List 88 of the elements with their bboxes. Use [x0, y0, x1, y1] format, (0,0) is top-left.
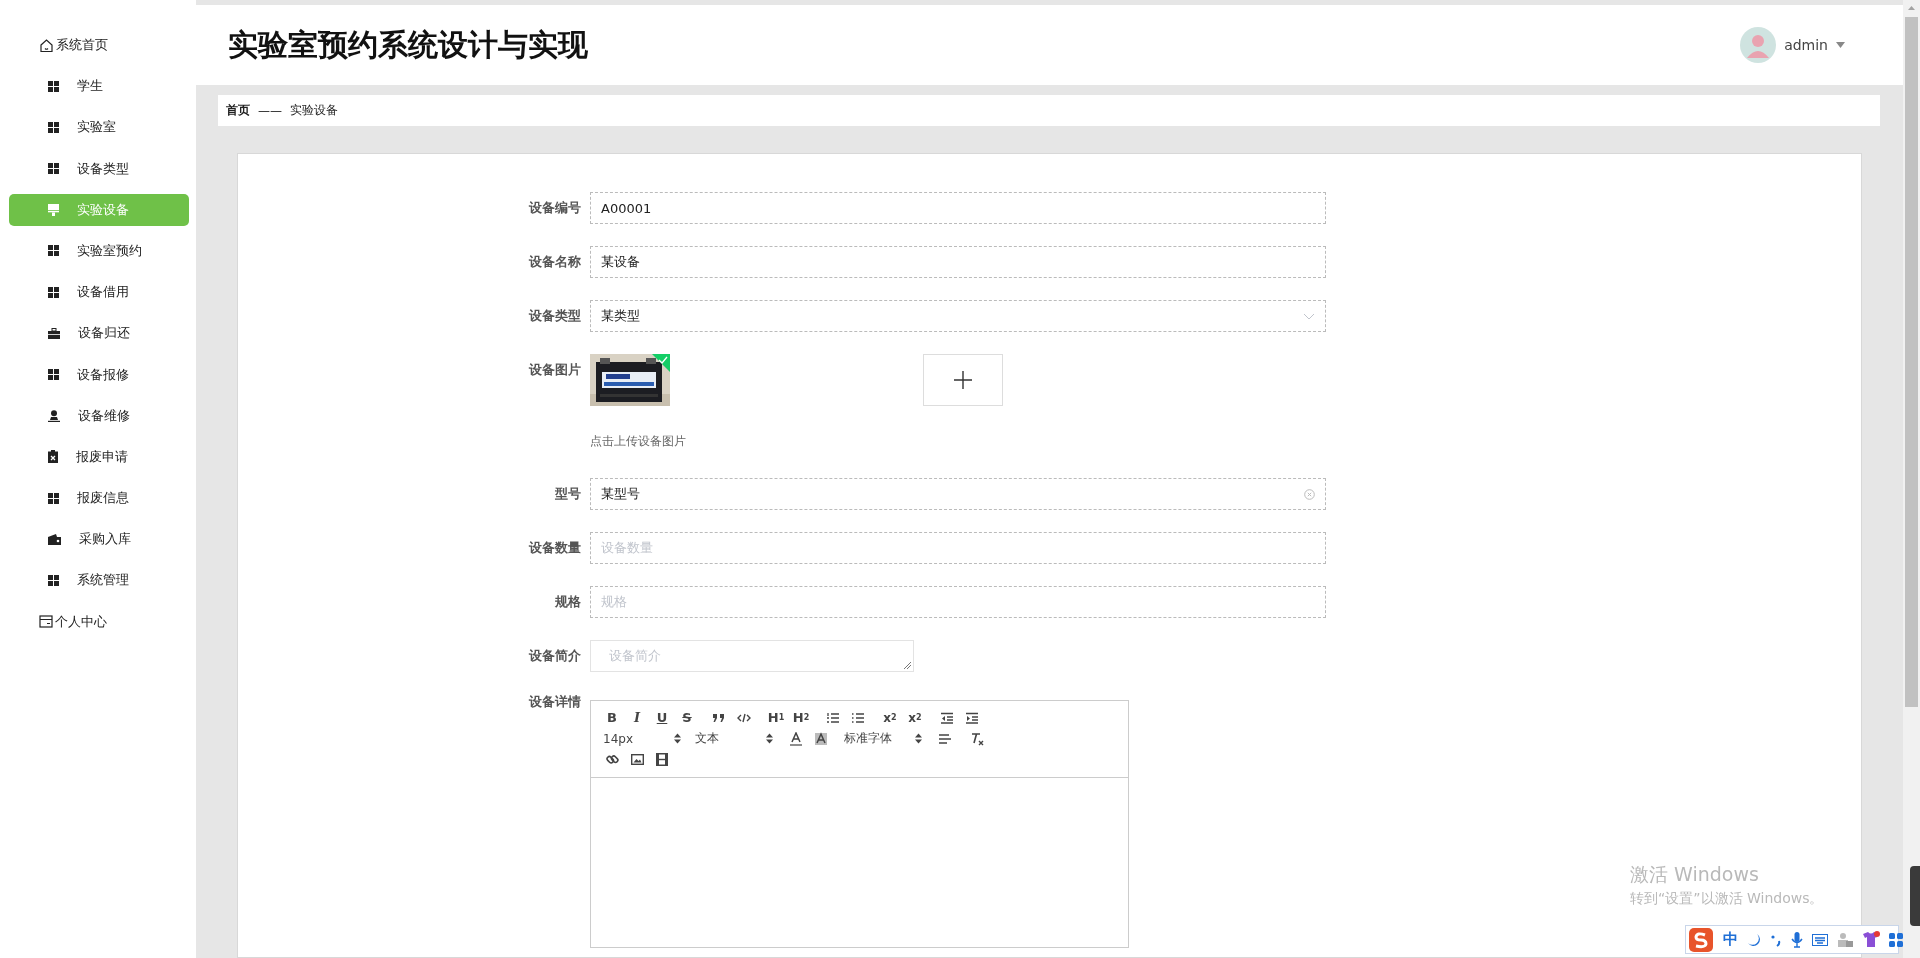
briefcase-icon	[48, 327, 60, 339]
video-button[interactable]	[653, 750, 671, 769]
field-label: 设备简介	[528, 647, 581, 665]
sidebar-item[interactable]: 设备归还	[9, 317, 189, 350]
clipboard-icon	[48, 450, 58, 464]
user-card-icon	[1837, 932, 1853, 947]
card-icon	[39, 615, 53, 629]
app-title: 实验室预约系统设计与实现	[228, 25, 589, 64]
field-label: 设备数量	[528, 539, 581, 557]
caret-down-icon	[1836, 42, 1845, 48]
indent-icon	[965, 711, 979, 724]
field-label: 设备名称	[528, 253, 581, 271]
outdent-icon	[940, 711, 954, 724]
italic-button[interactable]: I	[628, 708, 646, 727]
sidebar-item[interactable]: 报废信息	[9, 482, 189, 515]
user-icon	[48, 409, 60, 422]
strike-button[interactable]: S	[678, 708, 696, 727]
breadcrumb-separator: ——	[258, 103, 282, 118]
home-icon	[39, 37, 54, 53]
bold-button[interactable]: B	[603, 708, 621, 727]
avatar	[1740, 27, 1777, 63]
input-field[interactable]: A00001	[590, 192, 1326, 224]
grid-icon	[48, 369, 59, 380]
microphone-icon	[1791, 931, 1803, 948]
plus-icon	[954, 371, 972, 389]
breadcrumb-item[interactable]: 首页	[226, 102, 250, 119]
wallet-icon	[48, 533, 61, 545]
shirt-icon	[1862, 931, 1880, 948]
field-label: 规格	[554, 593, 581, 611]
upload-hint: 点击上传设备图片	[590, 433, 687, 449]
activation-title: 激活 Windows	[1630, 862, 1760, 887]
sidebar-item[interactable]: 系统首页	[9, 29, 189, 61]
picker-dropdown[interactable]: 文本	[695, 729, 773, 748]
input-field[interactable]: 某设备	[590, 246, 1326, 278]
sidebar-item[interactable]: 个人中心	[9, 605, 189, 638]
success-badge	[652, 354, 670, 372]
highlight-icon	[815, 731, 827, 746]
sidebar-item[interactable]: 实验室预约	[9, 234, 189, 267]
input-field[interactable]: 某型号	[590, 478, 1326, 510]
input-mode-toggle[interactable]: 中	[1723, 930, 1738, 949]
sort-caret-icon	[915, 733, 922, 744]
script-button[interactable]: x$^{2}$	[906, 708, 924, 727]
grid-icon	[48, 286, 59, 298]
sidebar-item[interactable]: 设备维修	[9, 399, 189, 432]
breadcrumb-item: 实验设备	[290, 102, 338, 119]
apps-icon	[1889, 932, 1903, 947]
grid-icon	[48, 574, 59, 586]
quote-icon	[712, 711, 726, 724]
picker-dropdown[interactable]: 标准字体	[844, 729, 922, 748]
clear-format-icon	[970, 731, 984, 746]
grid-icon	[48, 492, 59, 504]
color-button[interactable]	[787, 729, 805, 748]
activation-text: 转到“设置”以激活 Windows。	[1630, 890, 1824, 908]
sidebar-item[interactable]: 系统管理	[9, 564, 189, 597]
field-label: 设备类型	[528, 307, 581, 325]
sidebar-item[interactable]: 设备报修	[9, 358, 189, 391]
code-icon	[737, 711, 751, 724]
select-dropdown[interactable]: 某类型	[590, 300, 1326, 332]
grid-icon	[48, 245, 59, 257]
field-label: 型号	[554, 485, 581, 503]
sidebar-item[interactable]: 设备借用	[9, 276, 189, 309]
sidebar-item[interactable]: 报废申请	[9, 440, 189, 473]
sidebar-item[interactable]: 设备类型	[9, 152, 189, 185]
field-label: 设备图片	[528, 361, 581, 379]
link-icon	[605, 753, 619, 766]
sidebar-item[interactable]: 采购入库	[9, 523, 189, 556]
grid-icon	[48, 80, 59, 92]
sort-caret-icon	[766, 733, 773, 744]
clear-icon	[1304, 488, 1315, 500]
user-menu[interactable]: admin	[1740, 27, 1845, 63]
field-label: 设备详情	[528, 693, 581, 711]
sort-caret-icon	[674, 733, 681, 744]
sidebar-item[interactable]: 学生	[9, 70, 189, 103]
film-icon	[656, 753, 668, 766]
bullet-list-icon	[851, 711, 865, 724]
text-color-icon	[790, 731, 802, 746]
chevron-down-icon	[1303, 312, 1315, 320]
underline-button[interactable]: U	[653, 708, 671, 727]
grid-icon	[48, 163, 59, 175]
field-label: 设备编号	[528, 199, 581, 217]
resize-handle[interactable]	[904, 662, 911, 669]
grid-icon	[48, 121, 59, 133]
align-icon	[938, 732, 952, 745]
image-icon	[630, 754, 644, 765]
sidebar-item[interactable]: 实验室	[9, 111, 189, 144]
picker-dropdown[interactable]: 14px	[603, 729, 681, 748]
keyboard-icon	[1812, 933, 1828, 946]
ordered-list-icon	[826, 711, 840, 724]
